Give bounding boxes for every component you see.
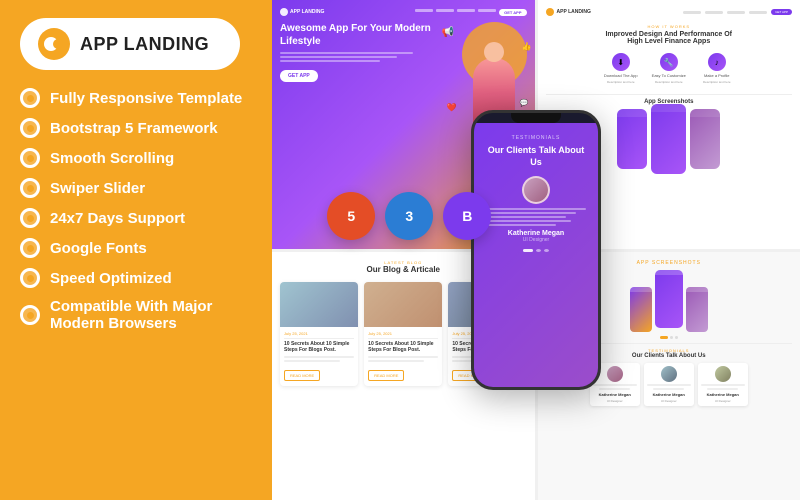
phone-person-name: Katherine Megan	[508, 230, 564, 237]
hero-title: Awesome App For Your Modern Lifestyle	[280, 22, 447, 48]
bullet-icon	[20, 238, 40, 258]
phone-mockup: TESTIMONIALS Our Clients Talk About Us K…	[471, 110, 601, 390]
bullet-icon	[20, 305, 40, 325]
phone-person-role: UI Designer	[523, 237, 549, 243]
how-item-customize: 🔧 Easy To Customize Description text her…	[649, 53, 689, 84]
phone-screen: TESTIMONIALS Our Clients Talk About Us K…	[474, 123, 598, 387]
testi-avatar-2	[661, 366, 677, 382]
feature-item-responsive: Fully Responsive Template	[20, 88, 252, 108]
how-item-profile: ♪ Make a Profile Description text here	[697, 53, 737, 84]
feature-item-fonts: Google Fonts	[20, 238, 252, 258]
phone-notch	[511, 113, 561, 123]
blog-card-2: July 25, 2021 10 Secrets About 10 Simple…	[364, 282, 442, 386]
bullet-icon	[20, 148, 40, 168]
feature-list: Fully Responsive Template Bootstrap 5 Fr…	[20, 88, 252, 332]
feature-item-speed: Speed Optimized	[20, 268, 252, 288]
bullet-icon	[20, 118, 40, 138]
bootstrap-badge: B	[443, 192, 491, 240]
phone-avatar	[522, 176, 550, 204]
testi-avatar-3	[715, 366, 731, 382]
testi-card-2: Katherine Megan UI Designer	[644, 363, 694, 406]
customize-icon: 🔧	[660, 53, 678, 71]
testimonial-label: TESTIMONIALS	[512, 135, 561, 141]
bullet-icon	[20, 268, 40, 288]
profile-icon: ♪	[708, 53, 726, 71]
phone-text-lines	[482, 208, 590, 226]
right-panel: APP LANDING GET APP Awesome App For Your…	[272, 0, 800, 500]
feature-item-bootstrap: Bootstrap 5 Framework	[20, 118, 252, 138]
blog-image-1	[280, 282, 358, 327]
html5-badge: 5	[327, 192, 375, 240]
tech-badges: 5 3 B	[327, 192, 491, 240]
left-panel: APP LANDING Fully Responsive Template Bo…	[0, 0, 272, 500]
logo-text: APP LANDING	[80, 34, 209, 55]
css3-badge: 3	[385, 192, 433, 240]
feature-item-scrolling: Smooth Scrolling	[20, 148, 252, 168]
phone-title: Our Clients Talk About Us	[482, 145, 590, 168]
bullet-icon	[20, 178, 40, 198]
feature-item-swiper: Swiper Slider	[20, 178, 252, 198]
blog-image-2	[364, 282, 442, 327]
feature-item-support: 24x7 Days Support	[20, 208, 252, 228]
testi-card-3: Katherine Megan UI Designer	[698, 363, 748, 406]
phone-mockup-container: TESTIMONIALS Our Clients Talk About Us K…	[456, 0, 616, 500]
logo-icon	[38, 28, 70, 60]
logo-container: APP LANDING	[20, 18, 240, 70]
read-more-button-2[interactable]: READ MORE	[368, 370, 404, 381]
feature-item-browsers: Compatible With Major Modern Browsers	[20, 298, 252, 332]
read-more-button-1[interactable]: READ MORE	[284, 370, 320, 381]
bullet-icon	[20, 88, 40, 108]
bullet-icon	[20, 208, 40, 228]
blog-card-1: July 25, 2021 10 Secrets About 10 Simple…	[280, 282, 358, 386]
